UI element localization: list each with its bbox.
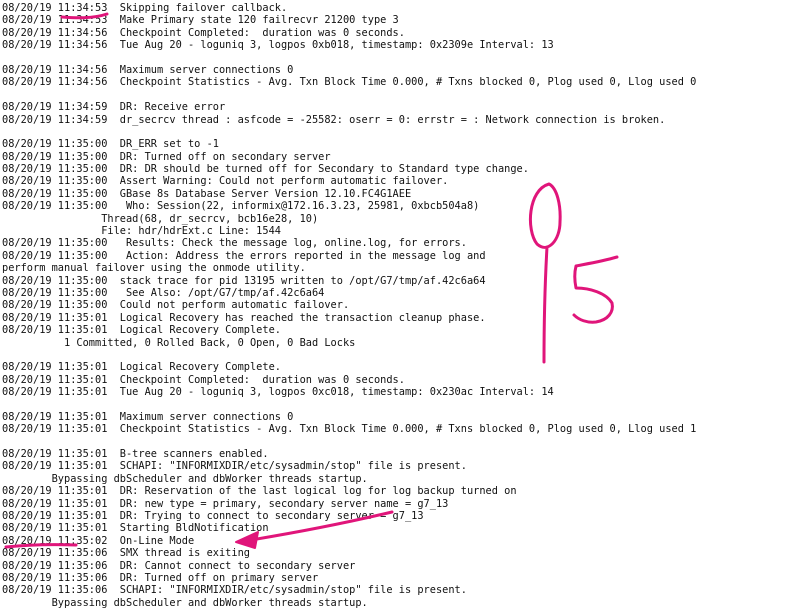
log-blank-line [2,399,798,411]
log-text-area[interactable]: 08/20/19 11:34:53 Skipping failover call… [2,2,798,609]
log-line: perform manual failover using the onmode… [2,262,306,275]
log-line: 08/20/19 11:34:56 Checkpoint Completed: … [2,26,405,39]
log-line: 08/20/19 11:35:01 Maximum server connect… [2,410,294,423]
log-line: 08/20/19 11:35:00 GBase 8s Database Serv… [2,187,412,200]
log-line: 08/20/19 11:35:02 On-Line Mode [2,534,195,547]
log-blank-line [2,436,798,448]
log-line: 08/20/19 11:35:06 SMX thread is exiting [2,547,250,560]
log-line: 08/20/19 11:35:01 Checkpoint Completed: … [2,373,405,386]
log-line: 08/20/19 11:34:59 DR: Receive error [2,101,226,114]
log-line: 08/20/19 11:34:53 Skipping failover call… [2,2,288,14]
log-line: 08/20/19 11:35:01 Logical Recovery has r… [2,311,486,324]
log-blank-line [2,52,798,64]
log-line: 08/20/19 11:34:56 Checkpoint Statistics … [2,76,697,89]
log-line: Thread(68, dr_secrcv, bcb16e28, 10) [2,212,319,225]
log-line: 08/20/19 11:35:00 Action: Address the er… [2,249,486,262]
log-line: 08/20/19 11:35:01 DR: new type = primary… [2,497,449,510]
log-line: 08/20/19 11:35:01 Tue Aug 20 - loguniq 3… [2,386,554,399]
log-blank-line [2,126,798,138]
log-line: 08/20/19 11:35:00 Assert Warning: Could … [2,175,449,188]
log-line: 08/20/19 11:35:00 DR_ERR set to -1 [2,138,219,151]
log-line: 08/20/19 11:34:56 Maximum server connect… [2,63,294,76]
log-blank-line [2,89,798,101]
log-line: Bypassing dbScheduler and dbWorker threa… [2,472,368,485]
log-line: 08/20/19 11:35:01 Logical Recovery Compl… [2,324,281,337]
log-line: 08/20/19 11:34:53 Make Primary state 120… [2,14,399,27]
log-line: 08/20/19 11:35:06 DR: Cannot connect to … [2,559,356,572]
log-line: 08/20/19 11:35:00 Could not perform auto… [2,299,350,312]
log-line: 08/20/19 11:35:00 stack trace for pid 13… [2,274,486,287]
log-line: 08/20/19 11:35:00 Who: Session(22, infor… [2,200,480,213]
log-line: File: hdr/hdrExt.c Line: 1544 [2,225,281,238]
log-line: 08/20/19 11:35:06 DR: Turned off on prim… [2,571,319,584]
log-line: 08/20/19 11:35:01 B-tree scanners enable… [2,448,269,461]
log-line: 08/20/19 11:34:59 dr_secrcv thread : asf… [2,113,666,126]
log-line: 08/20/19 11:34:56 Tue Aug 20 - loguniq 3… [2,39,554,52]
log-line: 08/20/19 11:35:01 Checkpoint Statistics … [2,423,697,436]
log-line: 1 Committed, 0 Rolled Back, 0 Open, 0 Ba… [2,336,356,349]
log-line: 08/20/19 11:35:00 Results: Check the mes… [2,237,467,250]
screenshot-viewport: 08/20/19 11:34:53 Skipping failover call… [0,0,800,616]
log-line: 08/20/19 11:35:06 SCHAPI: "INFORMIXDIR/e… [2,584,467,597]
log-line: 08/20/19 11:35:01 DR: Reservation of the… [2,485,517,498]
log-line: 08/20/19 11:35:01 DR: Trying to connect … [2,510,424,523]
log-line: 08/20/19 11:35:00 DR: Turned off on seco… [2,150,331,163]
log-line: 08/20/19 11:35:01 Starting BldNotificati… [2,522,269,535]
log-line: 08/20/19 11:35:00 See Also: /opt/G7/tmp/… [2,286,325,299]
log-line: 08/20/19 11:35:01 Logical Recovery Compl… [2,361,281,374]
log-line: Bypassing dbScheduler and dbWorker threa… [2,596,368,609]
log-blank-line [2,349,798,361]
log-line: 08/20/19 11:35:01 SCHAPI: "INFORMIXDIR/e… [2,460,467,473]
log-line: 08/20/19 11:35:00 DR: DR should be turne… [2,163,529,176]
